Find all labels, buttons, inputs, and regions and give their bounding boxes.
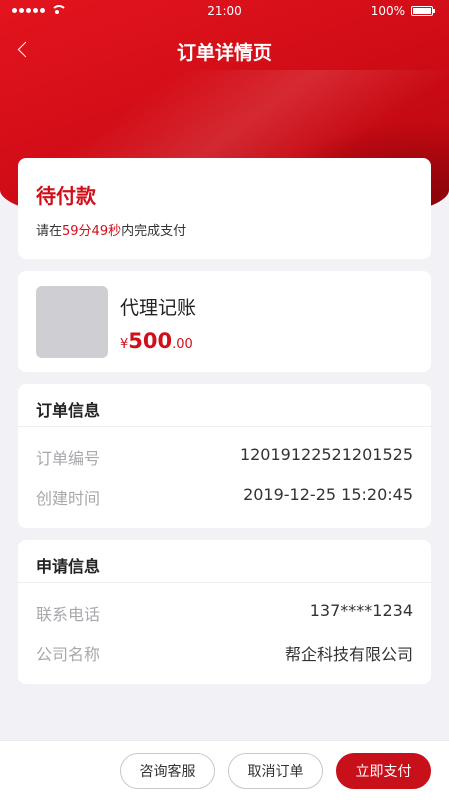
company-value: 帮企科技有限公司 bbox=[284, 645, 413, 664]
countdown-timer: 59分49秒 bbox=[62, 224, 122, 239]
order-number-row: 订单编号 12019122521201525 bbox=[36, 445, 413, 469]
apply-info-card: 申请信息 联系电话 137****1234 公司名称 帮企科技有限公司 bbox=[18, 540, 431, 684]
action-bar: 咨询客服 取消订单 立即支付 bbox=[0, 740, 449, 800]
product-card[interactable]: 代理记账 ¥500.00 bbox=[18, 271, 431, 372]
phone-label: 联系电话 bbox=[36, 605, 101, 624]
company-row: 公司名称 帮企科技有限公司 bbox=[36, 641, 413, 665]
product-price: ¥500.00 bbox=[120, 329, 193, 353]
phone-row: 联系电话 137****1234 bbox=[36, 601, 413, 625]
deadline-prefix: 请在 bbox=[36, 224, 63, 239]
created-time-row: 创建时间 2019-12-25 15:20:45 bbox=[36, 485, 413, 509]
divider bbox=[18, 426, 431, 427]
order-status-title: 待付款 bbox=[36, 184, 96, 208]
nav-bar: 订单详情页 bbox=[0, 28, 449, 72]
page-title: 订单详情页 bbox=[176, 42, 272, 64]
product-thumbnail bbox=[36, 286, 108, 358]
cancel-order-button[interactable]: 取消订单 bbox=[228, 753, 323, 789]
phone-value: 137****1234 bbox=[309, 601, 413, 620]
apply-info-title: 申请信息 bbox=[36, 557, 101, 576]
payment-deadline: 请在59分49秒内完成支付 bbox=[36, 220, 186, 239]
pay-now-button[interactable]: 立即支付 bbox=[336, 753, 431, 789]
product-name: 代理记账 bbox=[120, 297, 197, 319]
status-bar: 21:00 100% bbox=[0, 0, 449, 22]
battery-percent: 100% bbox=[370, 4, 405, 18]
deadline-suffix: 内完成支付 bbox=[121, 224, 187, 239]
company-label: 公司名称 bbox=[36, 645, 101, 664]
price-integer: 500 bbox=[128, 329, 173, 353]
order-number-value: 12019122521201525 bbox=[239, 445, 413, 464]
price-decimal: .00 bbox=[172, 337, 193, 352]
battery-icon bbox=[411, 6, 435, 16]
order-number-label: 订单编号 bbox=[36, 449, 101, 468]
divider bbox=[18, 582, 431, 583]
created-time-value: 2019-12-25 15:20:45 bbox=[243, 485, 413, 504]
contact-service-button[interactable]: 咨询客服 bbox=[120, 753, 215, 789]
order-info-title: 订单信息 bbox=[36, 401, 101, 420]
order-status-card: 待付款 请在59分49秒内完成支付 bbox=[18, 158, 431, 259]
created-time-label: 创建时间 bbox=[36, 489, 101, 508]
order-info-card: 订单信息 订单编号 12019122521201525 创建时间 2019-12… bbox=[18, 384, 431, 528]
